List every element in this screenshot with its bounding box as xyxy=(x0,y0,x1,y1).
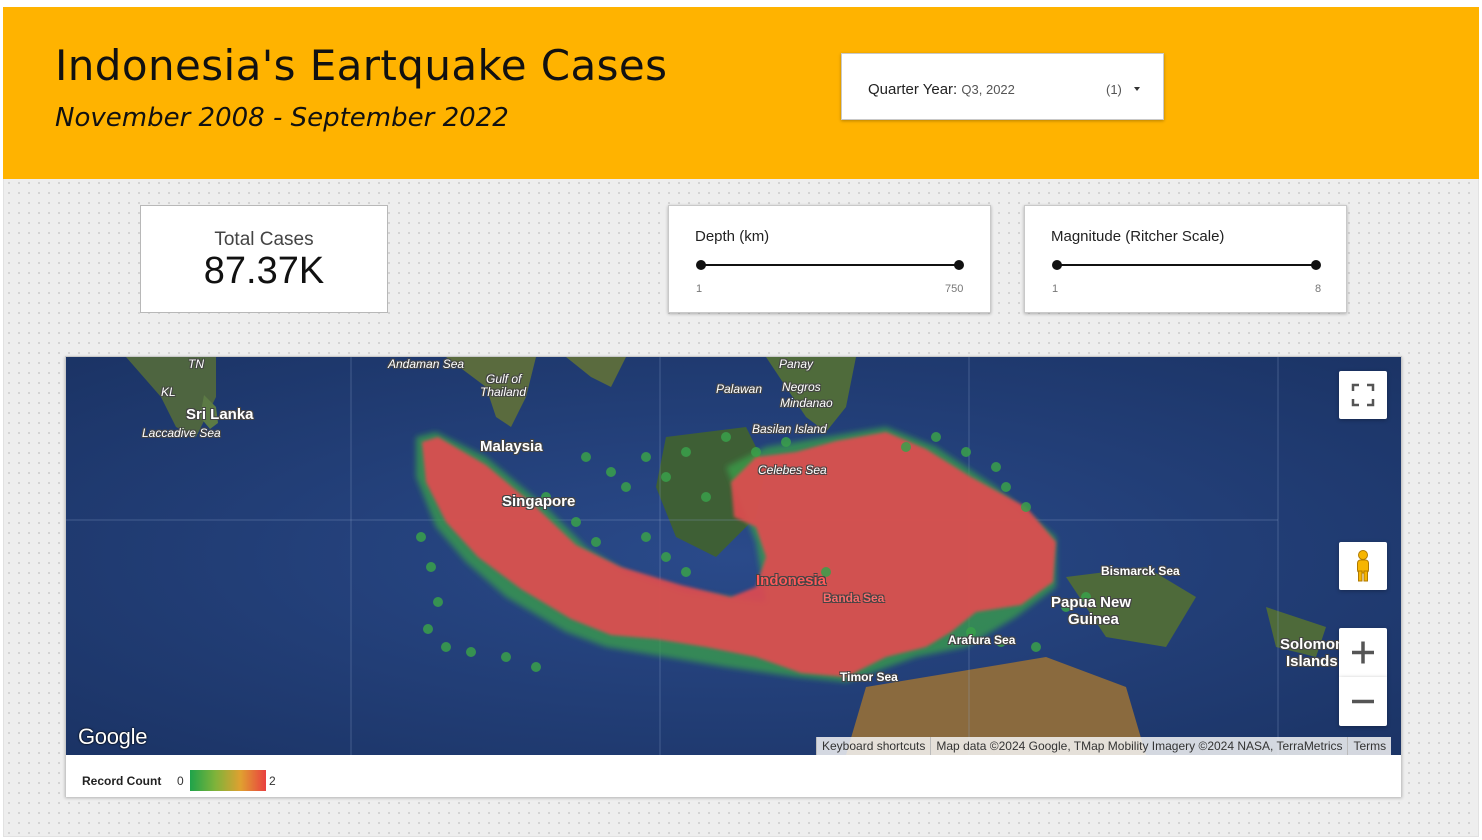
map-attribution: Keyboard shortcuts Map data ©2024 Google… xyxy=(816,737,1392,755)
magnitude-slider-label: Magnitude (Ritcher Scale) xyxy=(1051,228,1225,245)
total-cases-scorecard: Total Cases 87.37K xyxy=(140,205,388,313)
depth-slider-min-handle[interactable] xyxy=(696,260,706,270)
legend-min: 0 xyxy=(177,774,184,788)
depth-slider-track[interactable] xyxy=(700,264,959,266)
map-label-malaysia: Malaysia xyxy=(480,438,543,455)
magnitude-slider-track[interactable] xyxy=(1056,264,1315,266)
map-label-singapore: Singapore xyxy=(502,493,576,510)
terms-link[interactable]: Terms xyxy=(1347,737,1392,755)
quarter-year-filter[interactable]: Quarter Year: Q3, 2022 (1) xyxy=(841,53,1164,120)
depth-slider-max-handle[interactable] xyxy=(954,260,964,270)
quarter-filter-count: (1) xyxy=(1106,82,1122,97)
report-header: Indonesia's Eartquake Cases November 200… xyxy=(3,7,1479,179)
map-label-thailand: Thailand xyxy=(480,385,527,399)
magnitude-slider-max: 8 xyxy=(1315,283,1322,295)
map-label-laccadive-sea: Laccadive Sea xyxy=(142,426,221,440)
keyboard-shortcuts-link[interactable]: Keyboard shortcuts xyxy=(816,737,931,755)
quarter-filter-label-text: Quarter Year: xyxy=(868,81,958,98)
heatmap-card: TN KL Sri Lanka Laccadive Sea Andaman Se… xyxy=(65,356,1402,797)
legend-color-gradient xyxy=(190,770,266,791)
zoom-in-button[interactable] xyxy=(1339,628,1387,677)
plus-icon xyxy=(1352,641,1374,664)
legend-max: 2 xyxy=(269,774,276,788)
fullscreen-icon xyxy=(1351,383,1375,407)
depth-slider-max: 750 xyxy=(945,283,964,295)
magnitude-slider-min: 1 xyxy=(1052,283,1059,295)
map-label-bismarck-sea: Bismarck Sea xyxy=(1101,564,1180,578)
fullscreen-button[interactable] xyxy=(1339,371,1387,419)
map-label-papua-new: Papua New xyxy=(1051,594,1132,611)
scorecard-value: 87.37K xyxy=(203,250,325,292)
map-data-credit: Map data ©2024 Google, TMap Mobility Ima… xyxy=(930,737,1348,755)
zoom-out-button[interactable] xyxy=(1339,677,1387,726)
page-subtitle: November 2008 - September 2022 xyxy=(55,103,509,133)
depth-slider-label: Depth (km) xyxy=(695,228,770,245)
map-label-celebes-sea: Celebes Sea xyxy=(758,463,827,477)
map-label-arafura-sea: Arafura Sea xyxy=(948,633,1016,647)
map-label-sri-lanka: Sri Lanka xyxy=(186,406,254,423)
map-label-negros: Negros xyxy=(782,380,821,394)
street-view-button[interactable] xyxy=(1339,542,1387,590)
quarter-filter-label: Quarter Year: Q3, 2022 xyxy=(868,81,1015,98)
map-label-mindanao: Mindanao xyxy=(780,396,833,410)
heatmap-legend: Record Count 0 2 xyxy=(66,755,1401,797)
map-label-islands: Islands xyxy=(1286,653,1338,670)
map-label-palawan: Palawan xyxy=(716,382,763,396)
map-imagery xyxy=(66,357,1401,755)
map-label-indonesia: Indonesia xyxy=(756,572,827,589)
map-label-banda-sea: Banda Sea xyxy=(823,591,885,605)
magnitude-slider-max-handle[interactable] xyxy=(1311,260,1321,270)
page-title: Indonesia's Eartquake Cases xyxy=(55,41,668,90)
google-logo: Google xyxy=(78,724,148,749)
map-label-basilan-island: Basilan Island xyxy=(752,422,827,436)
magnitude-slider-control[interactable]: Magnitude (Ritcher Scale) 1 8 xyxy=(1024,205,1347,313)
map-label-andaman-sea: Andaman Sea xyxy=(388,357,465,371)
satellite-map[interactable]: TN KL Sri Lanka Laccadive Sea Andaman Se… xyxy=(66,357,1401,755)
magnitude-slider-min-handle[interactable] xyxy=(1052,260,1062,270)
map-label-kl: KL xyxy=(161,385,176,399)
scorecard-label: Total Cases xyxy=(214,229,314,250)
ocean-background xyxy=(66,357,1401,755)
map-label-guinea: Guinea xyxy=(1068,611,1119,628)
depth-slider-control[interactable]: Depth (km) 1 750 xyxy=(668,205,991,313)
pegman-icon xyxy=(1357,550,1369,582)
quarter-filter-value: Q3, 2022 xyxy=(961,82,1015,97)
map-label-gulf: Gulf of xyxy=(486,372,522,386)
map-label-solomon: Solomon xyxy=(1280,636,1345,653)
minus-icon xyxy=(1352,699,1374,704)
map-label-timor-sea: Timor Sea xyxy=(840,670,898,684)
map-label-panay: Panay xyxy=(779,357,814,371)
dropdown-caret-icon[interactable] xyxy=(1134,87,1140,91)
depth-slider-min: 1 xyxy=(696,283,703,295)
legend-title: Record Count xyxy=(82,774,162,788)
map-label-tn: TN xyxy=(188,357,204,371)
